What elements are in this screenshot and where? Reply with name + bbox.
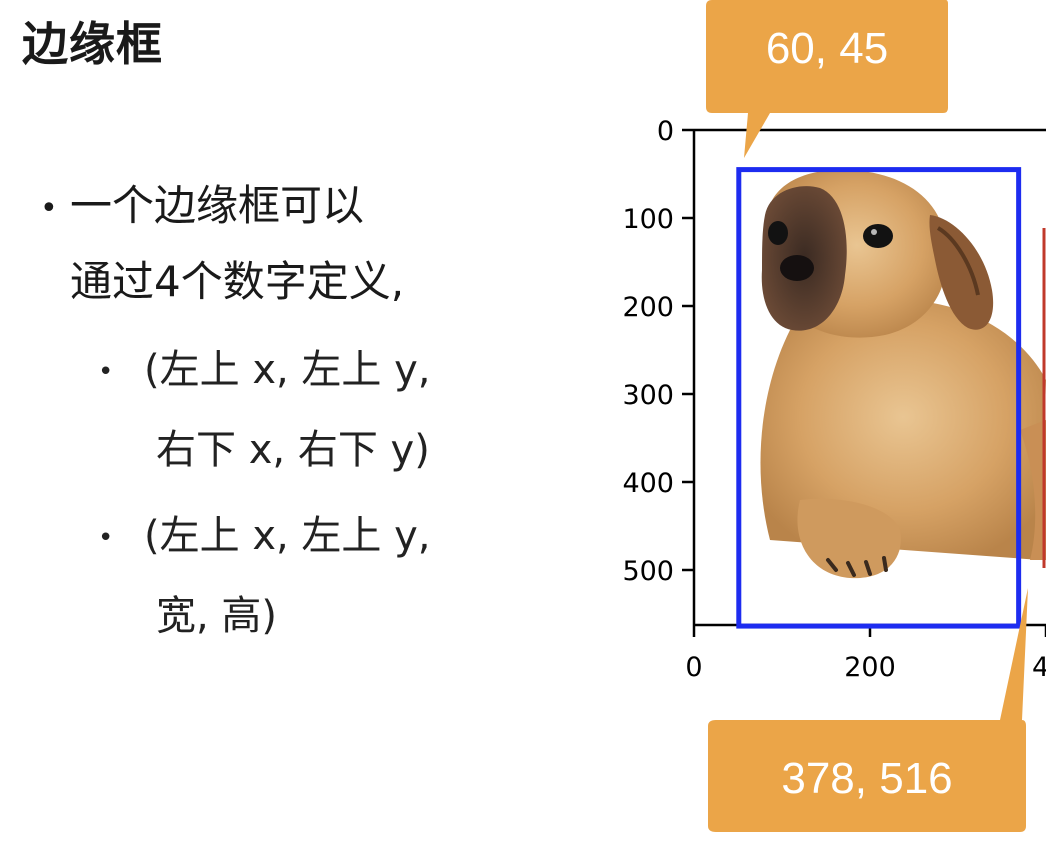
y-tick-label: 400 — [622, 468, 674, 499]
x-tick-label: 40 — [1032, 652, 1046, 683]
callout-top-left-label: 60, 45 — [766, 24, 888, 73]
y-tick-label: 500 — [622, 556, 674, 587]
bbox-figure: 0 100 200 300 400 500 0 200 40 60, 45 378, 516 — [622, 0, 1046, 832]
callout-bottom-right-label: 378, 516 — [781, 754, 952, 803]
dog-image — [760, 169, 1046, 579]
x-tick-label: 200 — [844, 652, 896, 683]
y-tick-label: 300 — [622, 380, 674, 411]
x-tick-label: 0 — [685, 652, 702, 683]
y-tick-label: 100 — [622, 204, 674, 235]
callout-top-left: 60, 45 — [706, 0, 948, 158]
y-tick-label: 200 — [622, 292, 674, 323]
y-tick-label: 0 — [657, 116, 674, 147]
